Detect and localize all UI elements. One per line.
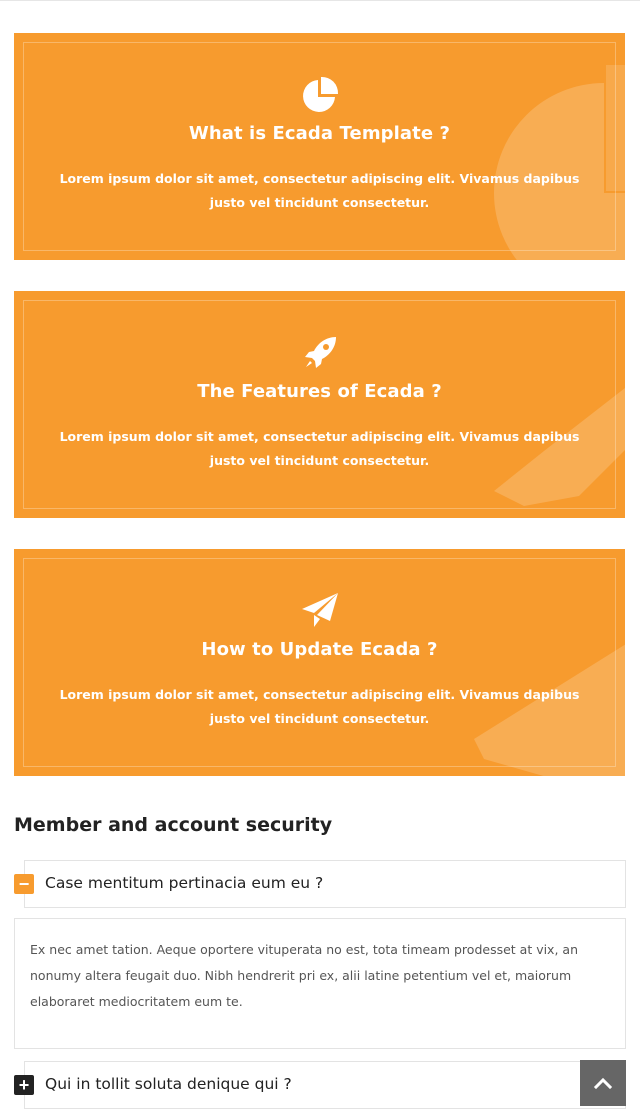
toggle-symbol: − xyxy=(18,874,30,894)
card-description: Lorem ipsum dolor sit amet, consectetur … xyxy=(59,429,580,468)
pie-chart-icon xyxy=(300,75,340,115)
card-description: Lorem ipsum dolor sit amet, consectetur … xyxy=(59,171,580,210)
card-description: Lorem ipsum dolor sit amet, consectetur … xyxy=(59,687,580,726)
info-card-what-is-ecada[interactable]: What is Ecada Template ? Lorem ipsum dol… xyxy=(14,33,625,260)
collapse-minus-icon[interactable]: − xyxy=(14,874,34,894)
info-card-update[interactable]: How to Update Ecada ? Lorem ipsum dolor … xyxy=(14,549,625,776)
card-inner-border xyxy=(23,300,616,509)
accordion-item-title[interactable]: Case mentitum pertinacia eum eu ? xyxy=(45,874,323,892)
card-title: How to Update Ecada ? xyxy=(201,639,438,660)
card-inner-border xyxy=(23,558,616,767)
accordion-item-1-header[interactable]: − Case mentitum pertinacia eum eu ? xyxy=(14,860,626,908)
accordion-item-title[interactable]: Qui in tollit soluta denique qui ? xyxy=(45,1075,292,1093)
toggle-symbol: + xyxy=(18,1075,30,1095)
scroll-to-top-button[interactable] xyxy=(580,1060,626,1106)
card-title: The Features of Ecada ? xyxy=(197,381,442,402)
top-divider xyxy=(0,0,640,1)
faq-section-heading: Member and account security xyxy=(14,814,333,836)
info-card-features[interactable]: The Features of Ecada ? Lorem ipsum dolo… xyxy=(14,291,625,518)
card-inner-border xyxy=(23,42,616,251)
accordion-item-1-body: Ex nec amet tation. Aeque oportere vitup… xyxy=(14,918,626,1049)
accordion-item-2-header[interactable]: + Qui in tollit soluta denique qui ? xyxy=(14,1061,626,1109)
expand-plus-icon[interactable]: + xyxy=(14,1075,34,1095)
paper-plane-icon xyxy=(300,591,340,631)
card-title: What is Ecada Template ? xyxy=(188,123,451,144)
accordion-answer-text: Ex nec amet tation. Aeque oportere vitup… xyxy=(30,942,578,1009)
chevron-up-icon xyxy=(594,1077,612,1089)
rocket-icon xyxy=(300,333,340,373)
